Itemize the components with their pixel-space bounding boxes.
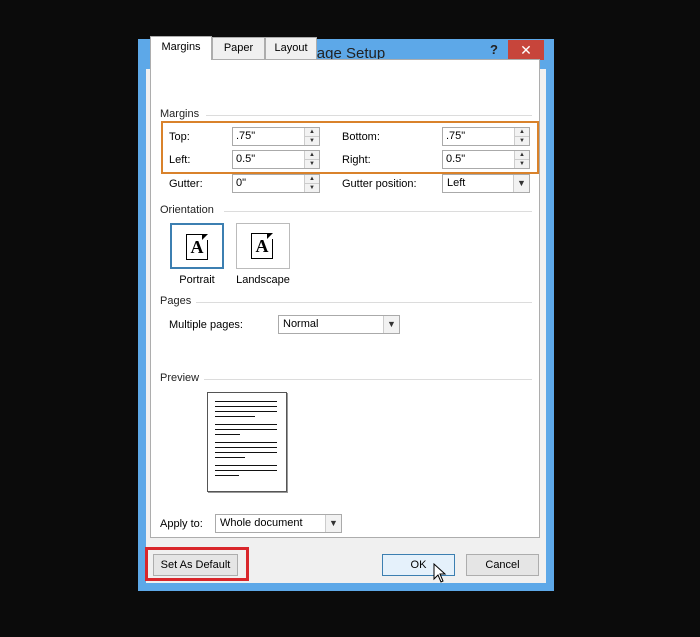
preview-text-line [215, 442, 277, 443]
preview-text-line [215, 411, 277, 412]
divider [196, 302, 532, 303]
margins-highlight-box [161, 121, 539, 174]
multiple-pages-value: Normal [283, 318, 319, 330]
tab-margins[interactable]: Margins [150, 36, 212, 60]
chevron-down-icon[interactable]: ▼ [383, 316, 399, 333]
gutter-position-label: Gutter position: [342, 178, 417, 190]
orientation-section-title: Orientation [160, 204, 214, 216]
preview-text-line [215, 429, 277, 430]
preview-text-line [215, 416, 255, 417]
preview-text-line [215, 424, 277, 425]
apply-to-label: Apply to: [160, 518, 203, 530]
preview-text-line [215, 447, 277, 448]
pages-section-title: Pages [160, 295, 192, 307]
divider [204, 379, 532, 380]
gutter-value: 0" [236, 177, 247, 189]
set-default-highlight-box [145, 547, 249, 581]
apply-to-value: Whole document [220, 517, 303, 529]
preview-text-line [215, 401, 277, 402]
margins-section-title: Margins [160, 108, 200, 120]
spin-arrows[interactable]: ▲ ▼ [304, 175, 319, 192]
portrait-button[interactable]: A [170, 223, 224, 269]
landscape-page-icon: A [251, 233, 273, 259]
cancel-button[interactable]: Cancel [466, 554, 539, 576]
preview-text-line [215, 452, 277, 453]
gutter-position-select[interactable]: Left ▼ [442, 174, 530, 193]
tab-paper[interactable]: Paper [212, 37, 265, 59]
multiple-pages-select[interactable]: Normal ▼ [278, 315, 400, 334]
gutter-label: Gutter: [169, 178, 203, 190]
mouse-cursor-icon [433, 563, 447, 583]
page-preview [207, 392, 287, 492]
landscape-label: Landscape [236, 274, 290, 286]
gutter-position-value: Left [447, 177, 466, 189]
divider [224, 211, 532, 212]
preview-text-line [215, 457, 245, 458]
chevron-down-icon[interactable]: ▼ [513, 175, 529, 192]
divider [206, 115, 532, 116]
apply-to-select[interactable]: Whole document ▼ [215, 514, 342, 533]
preview-section-title: Preview [160, 372, 200, 384]
multiple-pages-label: Multiple pages: [169, 319, 243, 331]
landscape-button[interactable]: A [236, 223, 290, 269]
preview-text-line [215, 475, 239, 476]
portrait-label: Portrait [179, 274, 215, 286]
close-button[interactable]: ✕ [508, 40, 544, 60]
gutter-field[interactable]: 0" ▲ ▼ [232, 174, 320, 193]
portrait-page-icon: A [186, 234, 208, 260]
tab-layout[interactable]: Layout [265, 37, 317, 59]
preview-text-line [215, 470, 277, 471]
preview-text-line [215, 465, 277, 466]
chevron-down-icon[interactable]: ▼ [325, 515, 341, 532]
preview-text-line [215, 406, 277, 407]
preview-text-line [215, 434, 240, 435]
help-button[interactable]: ? [484, 42, 504, 60]
